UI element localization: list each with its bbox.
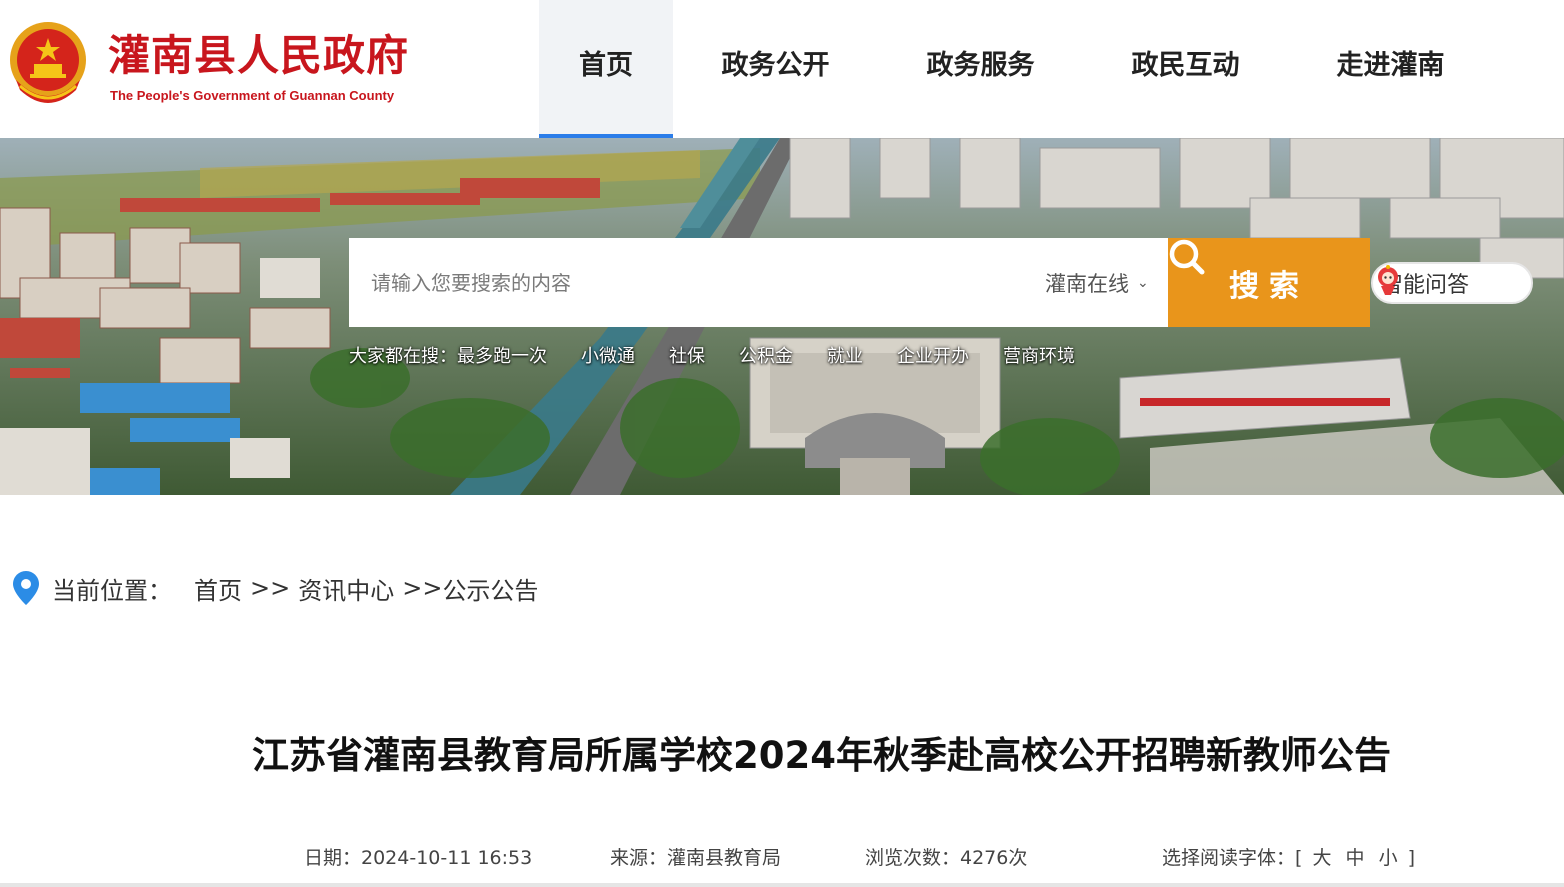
search-scope-dropdown[interactable]: 灌南在线 ⌄ (1045, 238, 1149, 327)
search-scope-label: 灌南在线 (1045, 271, 1129, 296)
nav-about-guannan[interactable]: 走进灌南 (1288, 0, 1493, 138)
article-source: 来源：灌南县教育局 (610, 847, 782, 869)
font-size-selector: 选择阅读字体：[ 大 中 小 ] (1162, 844, 1415, 872)
article-view-count: 浏览次数：4276次 (865, 847, 1028, 869)
font-size-large[interactable]: 大 (1312, 847, 1331, 869)
article-date: 日期：2024-10-11 16:53 (304, 847, 533, 869)
search-button[interactable]: 搜索 (1168, 238, 1370, 327)
hot-search-bar: 大家都在搜： 最多跑一次 小微通 社保 公积金 就业 企业开办 营商环境 (349, 340, 1109, 370)
nav-government-services[interactable]: 政务服务 (878, 0, 1083, 138)
breadcrumb: 当前位置： 首页 >> 资讯中心 >> 公示公告 (12, 570, 538, 606)
breadcrumb-news-center[interactable]: 资讯中心 (298, 571, 394, 606)
search-button-label: 搜索 (1229, 268, 1309, 304)
breadcrumb-home[interactable]: 首页 (194, 571, 242, 606)
meta-divider (0, 883, 1564, 887)
hot-link-micro-business[interactable]: 小微通 (581, 342, 635, 368)
location-pin-icon (13, 571, 39, 605)
font-size-label: 选择阅读字体： (1162, 847, 1296, 869)
chevron-down-icon: ⌄ (1137, 274, 1149, 291)
nav-data[interactable]: 数 (1493, 0, 1564, 138)
city-banner: 灌南在线 ⌄ 搜索 智能问答 大家都在搜： 最多跑一次 小微通 社保 公积金 就… (0, 138, 1564, 495)
breadcrumb-label: 当前位置： (52, 576, 172, 605)
nav-home[interactable]: 首页 (539, 0, 673, 138)
hot-link-business-start[interactable]: 企业开办 (897, 342, 969, 368)
search-input[interactable] (349, 238, 1029, 327)
article-title: 江苏省灌南县教育局所属学校2024年秋季赴高校公开招聘新教师公告 (252, 734, 1391, 777)
hot-link-housing-fund[interactable]: 公积金 (739, 342, 793, 368)
hot-link-one-visit[interactable]: 最多跑一次 (457, 342, 547, 368)
nav-government-affairs[interactable]: 政务公开 (673, 0, 878, 138)
hot-link-social-security[interactable]: 社保 (669, 342, 705, 368)
font-size-small[interactable]: 小 (1379, 847, 1398, 869)
robot-assistant-icon (1378, 265, 1398, 295)
hot-search-label: 大家都在搜： (349, 346, 457, 367)
hot-link-employment[interactable]: 就业 (827, 342, 863, 368)
font-size-medium[interactable]: 中 (1346, 847, 1365, 869)
breadcrumb-announcements[interactable]: 公示公告 (442, 571, 538, 606)
font-size-bracket-close: ] (1407, 847, 1416, 869)
breadcrumb-separator: >> (402, 574, 443, 602)
ai-qa-button[interactable]: 智能问答 (1371, 262, 1533, 304)
breadcrumb-separator: >> (250, 574, 291, 602)
site-header: 灌南县人民政府 The People's Government of Guann… (0, 0, 1564, 138)
search-box: 灌南在线 ⌄ (349, 238, 1168, 327)
search-icon (1169, 239, 1205, 275)
main-nav: 首页 政务公开 政务服务 政民互动 走进灌南 数 (539, 0, 1564, 138)
font-size-bracket-open: [ (1295, 847, 1303, 869)
hot-link-business-environment[interactable]: 营商环境 (1003, 342, 1075, 368)
site-title[interactable]: 灌南县人民政府 (108, 28, 409, 84)
national-emblem-logo[interactable] (6, 20, 90, 108)
nav-interaction[interactable]: 政民互动 (1083, 0, 1288, 138)
site-subtitle: The People's Government of Guannan Count… (110, 88, 395, 103)
